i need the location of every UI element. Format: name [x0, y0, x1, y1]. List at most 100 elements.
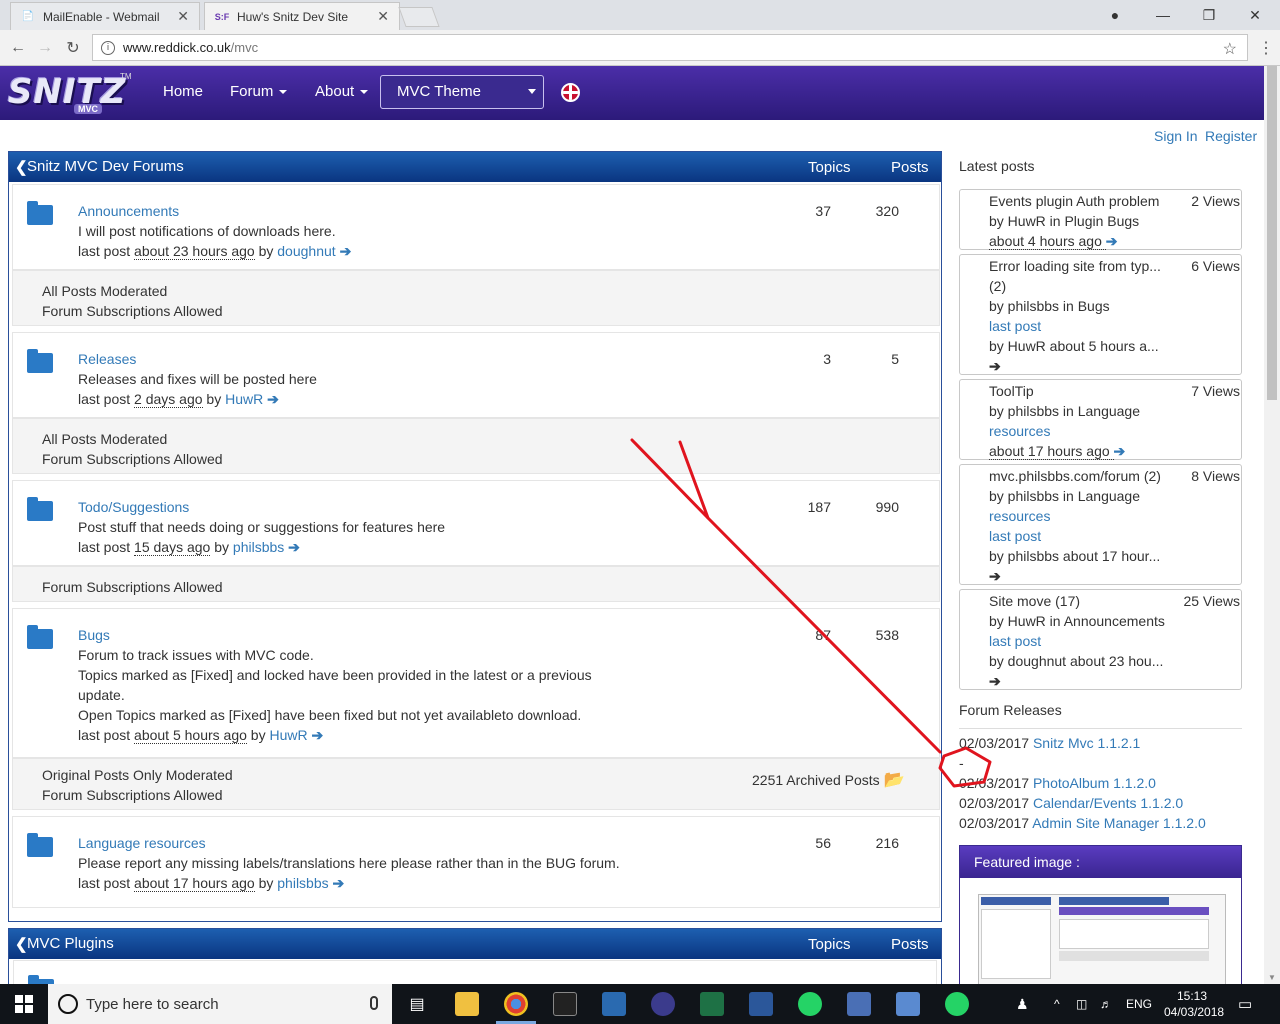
tab-mailenable[interactable]: 📄 MailEnable - Webmail ✕ [10, 2, 200, 30]
arrow-right-icon[interactable]: ➔ [989, 358, 1001, 375]
register-link[interactable]: Register [1205, 128, 1257, 144]
volume-icon[interactable]: ♬ [1100, 984, 1112, 1024]
chrome-icon[interactable] [504, 992, 528, 1016]
action-center-icon[interactable]: ▭ [1238, 984, 1252, 1024]
file-explorer-icon[interactable] [455, 992, 479, 1016]
forum-name[interactable]: Todo/Suggestions [78, 499, 189, 515]
panel-title[interactable]: MVC Plugins [27, 935, 114, 952]
post-title-link[interactable]: Events plugin Auth problem [989, 193, 1159, 209]
post-title-link[interactable]: mvc.philsbbs.com/forum (2) [989, 468, 1161, 484]
post-title-link[interactable]: Error loading site from typ... [989, 258, 1161, 274]
taskbar-search-input[interactable]: Type here to search [48, 984, 392, 1024]
tab-snitz[interactable]: S:F Huw's Snitz Dev Site ✕ [204, 2, 400, 30]
author-link[interactable]: philsbbs [277, 875, 328, 891]
folder-icon[interactable] [27, 625, 53, 649]
release-link[interactable]: Snitz Mvc 1.1.2.1 [1033, 735, 1140, 751]
folder-icon[interactable] [27, 201, 53, 225]
author-link[interactable]: HuwR [225, 391, 263, 407]
chevron-left-icon[interactable]: ❮ [15, 158, 28, 176]
tray-chevron-up-icon[interactable]: ^ [1054, 984, 1060, 1024]
arrow-right-icon[interactable]: ➔ [340, 243, 352, 259]
last-post-link[interactable]: last post [989, 318, 1041, 334]
arrow-right-icon[interactable]: ➔ [267, 391, 279, 407]
network-app-icon[interactable] [847, 992, 871, 1016]
profile-icon[interactable]: ● [1092, 0, 1138, 30]
folder-icon[interactable] [27, 833, 53, 857]
scrollbar-thumb[interactable] [1267, 66, 1277, 400]
arrow-right-icon[interactable]: ➔ [989, 673, 1001, 690]
forum-name[interactable]: Releases [78, 351, 136, 367]
subscription-info: Forum Subscriptions Allowed [42, 579, 223, 595]
last-post-link[interactable]: last post [989, 528, 1041, 544]
author-link[interactable]: HuwR [269, 727, 307, 743]
arrow-right-icon[interactable]: ➔ [312, 727, 324, 743]
microphone-icon[interactable] [370, 996, 378, 1010]
terminal-icon[interactable] [553, 992, 577, 1016]
post-forum-line-2[interactable]: resources [989, 508, 1050, 524]
arrow-right-icon[interactable]: ➔ [989, 568, 1001, 585]
featured-image-thumbnail[interactable] [978, 894, 1226, 986]
remote-desktop-icon[interactable] [602, 992, 626, 1016]
folder-icon[interactable] [27, 349, 53, 373]
minimize-button[interactable]: — [1140, 0, 1186, 30]
whatsapp-icon[interactable] [945, 992, 969, 1016]
maximize-button[interactable]: ❐ [1186, 0, 1232, 30]
post-title-link[interactable]: Site move (17) [989, 593, 1080, 609]
reload-icon[interactable]: ↻ [63, 38, 83, 58]
app-swirl-icon[interactable] [651, 992, 675, 1016]
moderation-info: Original Posts Only Moderated [42, 767, 233, 783]
nav-about[interactable]: About [315, 83, 369, 100]
chrome-menu-icon[interactable]: ⋮ [1258, 38, 1274, 58]
post-title-link[interactable]: ToolTip [989, 383, 1034, 399]
forward-icon[interactable]: → [35, 38, 55, 58]
windows-start-icon[interactable] [0, 984, 48, 1024]
arrow-right-icon[interactable]: ➔ [333, 875, 345, 891]
word-icon[interactable] [749, 992, 773, 1016]
forum-name[interactable]: Bugs [78, 627, 110, 643]
page-scrollbar[interactable]: ▲ ▼ [1264, 66, 1280, 984]
people-icon[interactable]: ♟ [1016, 984, 1029, 1024]
back-icon[interactable]: ← [8, 38, 28, 58]
uk-flag-icon[interactable] [561, 83, 580, 102]
info-icon[interactable]: i [101, 40, 115, 55]
author-link[interactable]: philsbbs [233, 539, 284, 555]
plugins-panel: ❮ MVC Plugins Topics Posts [8, 928, 942, 999]
forum-name[interactable]: Language resources [78, 835, 206, 851]
arrow-right-icon[interactable]: ➔ [1114, 443, 1126, 459]
theme-select[interactable]: MVC Theme [380, 75, 544, 109]
task-view-icon[interactable]: ▤ [400, 984, 434, 1024]
release-link[interactable]: Admin Site Manager 1.1.2.0 [1032, 815, 1206, 831]
folder-icon[interactable] [27, 497, 53, 521]
tab-title: Huw's Snitz Dev Site [237, 9, 348, 24]
arrow-right-icon[interactable]: ➔ [288, 539, 300, 555]
posts-count: 216 [875, 835, 899, 851]
author-link[interactable]: doughnut [277, 243, 335, 259]
close-icon[interactable]: ✕ [177, 8, 189, 25]
bookmark-star-icon[interactable]: ☆ [1223, 39, 1237, 59]
nav-forum[interactable]: Forum [230, 83, 288, 100]
arrow-right-icon[interactable]: ➔ [1106, 233, 1118, 249]
post-forum-line-2[interactable]: resources [989, 423, 1050, 439]
network-icon[interactable]: ◫ [1076, 984, 1087, 1024]
panel-title[interactable]: Snitz MVC Dev Forums [27, 158, 184, 175]
nav-home[interactable]: Home [163, 83, 203, 100]
excel-icon[interactable] [700, 992, 724, 1016]
taskbar-clock[interactable]: 15:13 04/03/2018 [1164, 988, 1224, 1020]
release-link[interactable]: PhotoAlbum 1.1.2.0 [1033, 775, 1156, 791]
whatsapp-icon[interactable] [798, 992, 822, 1016]
scroll-down-icon[interactable]: ▼ [1268, 973, 1276, 982]
release-link[interactable]: Calendar/Events 1.1.2.0 [1033, 795, 1183, 811]
url-field[interactable]: i www.reddick.co.uk/mvc ☆ [92, 34, 1248, 61]
chevron-left-icon[interactable]: ❮ [15, 935, 28, 953]
last-post-link[interactable]: last post [989, 633, 1041, 649]
close-icon[interactable]: ✕ [377, 8, 389, 25]
new-tab-button[interactable] [398, 7, 440, 27]
language-indicator[interactable]: ENG [1126, 984, 1152, 1024]
archived-posts-link[interactable]: 2251 Archived Posts 📂 [752, 770, 905, 790]
latest-posts-title: Latest posts [959, 158, 1035, 174]
snitz-logo[interactable]: SNITZ MVC TM [8, 70, 132, 116]
computer-app-icon[interactable] [896, 992, 920, 1016]
forum-name[interactable]: Announcements [78, 203, 179, 219]
close-window-button[interactable]: ✕ [1232, 0, 1278, 30]
sign-in-link[interactable]: Sign In [1154, 128, 1198, 144]
